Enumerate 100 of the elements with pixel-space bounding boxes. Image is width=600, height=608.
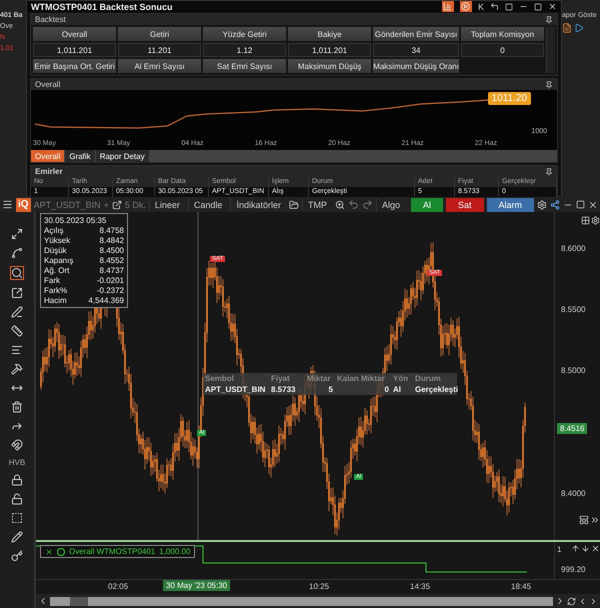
- magnet-icon[interactable]: [11, 439, 23, 451]
- pin-icon[interactable]: [545, 16, 553, 24]
- play-icon[interactable]: [574, 23, 584, 33]
- tooltip-cell-text: Al: [392, 384, 402, 395]
- info-value: -0.0201: [96, 276, 124, 285]
- refresh-icon[interactable]: [567, 596, 576, 606]
- price-label: 8.5000: [561, 366, 586, 375]
- expand-icon[interactable]: [11, 228, 23, 240]
- lines-icon[interactable]: [11, 344, 23, 356]
- info-label: Hacim: [44, 296, 67, 305]
- tool-label[interactable]: HVB: [8, 458, 26, 467]
- tab[interactable]: Overall: [31, 150, 64, 162]
- info-value: 8.4842: [100, 236, 124, 245]
- stat-header: Sat Emri Sayısı: [203, 59, 286, 73]
- curve-icon[interactable]: [11, 247, 23, 259]
- selection-icon[interactable]: [11, 512, 23, 524]
- share-icon[interactable]: [550, 200, 560, 210]
- redo-icon[interactable]: [362, 199, 373, 210]
- key-icon[interactable]: [11, 550, 23, 562]
- add-button[interactable]: +: [104, 200, 109, 210]
- scrollbar[interactable]: [546, 27, 555, 73]
- settings-icon[interactable]: [591, 216, 600, 225]
- tooltip-cell-text: Gerçekleşti: [414, 384, 457, 395]
- period-dropdown[interactable]: 5 Dk.: [124, 200, 146, 210]
- panel-icon[interactable]: [579, 515, 589, 525]
- close-icon[interactable]: [588, 200, 598, 210]
- undo-icon[interactable]: [348, 199, 359, 210]
- pencil-icon[interactable]: [11, 531, 23, 543]
- tooltip-cell-text: APT_USDT_BIN: [204, 384, 266, 395]
- stat-header: Getiri: [118, 27, 202, 41]
- menu-icon[interactable]: [2, 199, 13, 210]
- info-label: Açılış: [44, 226, 64, 235]
- stat-value: 1.12: [203, 43, 286, 57]
- price-label: 8.4000: [561, 489, 586, 498]
- axis-label: 1: [557, 545, 562, 554]
- tab[interactable]: Rapor Detay: [96, 150, 149, 162]
- stat-header: Overall: [33, 27, 116, 41]
- search-icon[interactable]: [11, 267, 23, 279]
- axis-label: 999.20: [561, 565, 586, 574]
- key-button[interactable]: K: [478, 2, 484, 12]
- price-label: 8.5500: [561, 305, 586, 314]
- stat-value: 1,011.201: [288, 43, 372, 57]
- panel-title: Backtest: [35, 15, 66, 24]
- grid-icon[interactable]: [581, 216, 590, 225]
- stat-value: 11.201: [118, 43, 202, 57]
- circle-icon[interactable]: [57, 548, 65, 556]
- info-value: 4,544.369: [88, 296, 124, 305]
- tooltip-header: Sembol: [204, 373, 235, 384]
- value-tag: 1011.20: [488, 92, 531, 105]
- close-icon[interactable]: [45, 548, 53, 556]
- restore-icon[interactable]: [505, 2, 513, 10]
- scroll-thumb[interactable]: [70, 596, 88, 606]
- folder-icon[interactable]: [288, 200, 299, 210]
- trade-button[interactable]: Al: [410, 198, 443, 212]
- lock-icon[interactable]: [11, 474, 23, 486]
- tooltip-cell-text: 8.5733: [270, 384, 296, 395]
- stat-header: Toplam Komisyon: [460, 27, 544, 41]
- trade-button[interactable]: Alarm: [486, 198, 534, 212]
- pin-icon[interactable]: [545, 168, 553, 176]
- close-icon[interactable]: [548, 2, 557, 11]
- stat-header: Yüzde Getiri: [203, 27, 286, 41]
- up-arrow-icon[interactable]: [571, 544, 580, 553]
- double-chevron-icon[interactable]: [590, 515, 600, 525]
- external-link-icon[interactable]: [112, 200, 122, 210]
- last-price-tag: 8.4516: [557, 423, 588, 434]
- stat-header: Bakiye: [288, 27, 372, 41]
- info-label: Düşük: [44, 246, 67, 255]
- maximize-icon[interactable]: [576, 200, 586, 209]
- symbol-field[interactable]: APT_USDT_BIN: [34, 200, 101, 210]
- info-value: -0.2372: [96, 286, 124, 295]
- price-label: 8.6000: [561, 244, 586, 253]
- info-label: Kapanış: [44, 256, 74, 265]
- pen-line-icon[interactable]: [11, 306, 23, 318]
- document-icon[interactable]: [562, 23, 572, 33]
- ruler-icon[interactable]: [11, 325, 23, 337]
- stat-value: 1,011.201: [33, 43, 116, 57]
- info-value: 8.4758: [100, 226, 124, 235]
- panel-title: Emirler: [35, 167, 63, 176]
- down-arrow-icon[interactable]: [581, 544, 590, 553]
- info-value: 8.4500: [100, 246, 124, 255]
- window-title: WTMOSTP0401 Backtest Sonucu: [31, 2, 174, 12]
- info-label: Yüksek: [44, 236, 70, 245]
- square-arrow-icon[interactable]: [11, 287, 23, 299]
- hammer-icon[interactable]: [11, 363, 23, 375]
- logo: iQ: [16, 198, 31, 212]
- settings-icon[interactable]: [537, 200, 548, 210]
- maximize-icon[interactable]: [534, 2, 542, 10]
- close-icon[interactable]: [591, 544, 600, 553]
- pin-icon[interactable]: [545, 80, 553, 88]
- scrollbar[interactable]: [50, 596, 553, 606]
- unlock-icon[interactable]: [11, 493, 23, 505]
- trash-icon[interactable]: [11, 401, 23, 413]
- back-arrow-icon[interactable]: [490, 2, 499, 11]
- tooltip-header: Yön: [392, 373, 410, 384]
- tooltip-header: Miktar: [306, 373, 332, 384]
- zoom-icon[interactable]: [334, 200, 345, 210]
- forward-icon[interactable]: [11, 420, 23, 432]
- tooltip-header: Fiyat: [270, 373, 291, 384]
- tab[interactable]: Grafik: [65, 150, 95, 162]
- trade-button[interactable]: Sat: [446, 198, 484, 212]
